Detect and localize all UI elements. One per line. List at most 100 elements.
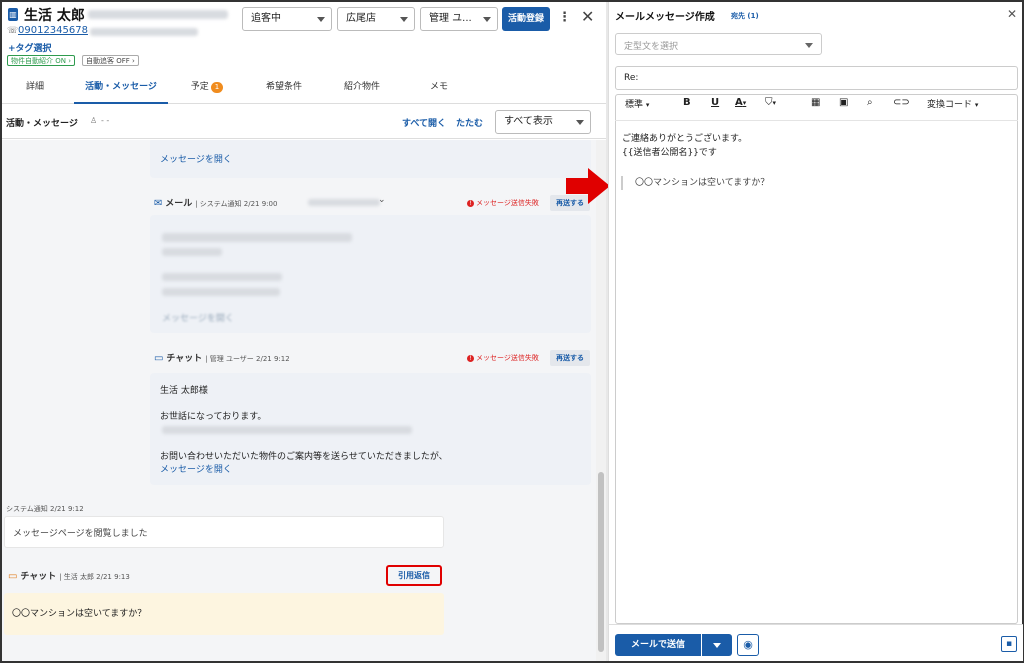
recipients-link[interactable]: 宛先 (1)	[731, 11, 759, 21]
chevron-down-icon[interactable]: ⌄	[378, 195, 386, 205]
chevron-down-icon	[483, 17, 491, 22]
body-line[interactable]: {{送信者公開名}}です	[622, 146, 717, 160]
tab-details[interactable]: 詳細	[10, 72, 60, 104]
tag-select-link[interactable]: +タグ選択	[8, 41, 52, 54]
tab-properties[interactable]: 紹介物件	[330, 72, 394, 104]
chat-icon: ▭	[154, 353, 164, 364]
chat-text: 〇〇マンションは空いてますか？	[12, 609, 147, 619]
bold-button[interactable]: B	[683, 97, 691, 108]
quote-bar	[621, 176, 623, 190]
error-icon: !	[467, 199, 474, 207]
manager-select[interactable]: 管理 ユ...	[420, 7, 498, 31]
blurred-email	[88, 10, 228, 19]
editor-box	[615, 94, 1018, 624]
customer-panel: ▥ 生活 太郎 ☏ 09012345678 +タグ選択 物件自動紹介 ON › …	[2, 2, 606, 661]
auto-follow-label: 自動追客 OFF	[86, 57, 130, 65]
font-color-button[interactable]: A▾	[735, 97, 746, 108]
tab-label: メモ	[429, 82, 448, 92]
template-select[interactable]: 定型文を選択	[615, 33, 822, 55]
phone-link[interactable]: 09012345678	[18, 25, 88, 36]
chat-type: チャット	[20, 572, 57, 582]
error-text: メッセージ送信失敗	[476, 199, 539, 207]
filter-value: すべて表示	[504, 116, 553, 127]
blurred-info	[90, 28, 198, 36]
mail-send-error: ! メッセージ送信失敗	[467, 198, 539, 208]
convert-code-select[interactable]: 変換コード ▾	[927, 97, 978, 110]
chat-card: 生活 太郎様 お世話になっております。 お問い合わせいただいた物件のご案内等を送…	[150, 373, 591, 485]
expand-all-link[interactable]: すべて開く	[402, 116, 446, 129]
chat-send-error: ! メッセージ送信失敗	[467, 353, 539, 363]
chevron-down-icon	[713, 643, 721, 648]
tab-label: 詳細	[25, 82, 44, 92]
tab-conditions[interactable]: 希望条件	[252, 72, 316, 104]
phone-icon: ☏	[7, 26, 19, 36]
system-text: メッセージページを閲覧しました	[13, 529, 148, 539]
customer-name: 生活 太郎	[24, 8, 85, 24]
store-value: 広尾店	[346, 13, 376, 24]
toolbar-divider	[615, 120, 1018, 121]
tab-label: 紹介物件	[343, 82, 380, 92]
send-mail-button[interactable]: メールで送信	[615, 634, 701, 656]
mail-open-link[interactable]: メッセージを開く	[162, 311, 242, 324]
link-icon[interactable]: ⊂⊃	[893, 97, 910, 108]
tab-label: 希望条件	[265, 82, 302, 92]
register-activity-button[interactable]: 活動登録	[502, 7, 550, 31]
mail-card: メッセージを開く	[150, 215, 591, 333]
underline-button[interactable]: U	[711, 97, 719, 108]
auto-intro-badge[interactable]: 物件自動紹介 ON ›	[7, 55, 76, 66]
send-options-button[interactable]	[702, 634, 732, 656]
mail-icon: ✉	[154, 198, 163, 209]
person-text: - -	[101, 116, 110, 125]
collapse-link[interactable]: たたむ	[456, 116, 483, 129]
close-icon[interactable]: ✕	[581, 7, 594, 26]
system-card: メッセージページを閲覧しました	[4, 516, 444, 548]
section-title: 活動・メッセージ	[6, 119, 78, 129]
chat-meta: 管理 ユーザー 2/21 9:12	[209, 355, 290, 363]
filter-select[interactable]: すべて表示	[495, 110, 591, 134]
scrollbar-thumb[interactable]	[598, 472, 604, 652]
chat-header: ▭ チャット | 管理 ユーザー 2/21 9:12	[154, 353, 290, 364]
chat-line: お世話になっております。	[160, 412, 267, 422]
status-select[interactable]: 追客中	[242, 7, 332, 31]
open-message-link[interactable]: メッセージを開く	[160, 462, 232, 475]
highlight-color-icon[interactable]: ⛉▾	[765, 97, 776, 108]
person-icon: ♙	[90, 116, 98, 125]
tab-schedule[interactable]: 予定 1	[180, 72, 234, 104]
resend-button[interactable]: 再送する	[550, 350, 590, 366]
message-card: メッセージを開く	[150, 140, 591, 178]
quote-reply-button[interactable]: 引用返信	[390, 569, 438, 583]
error-text: メッセージ送信失敗	[476, 354, 539, 362]
tab-label: 予定	[190, 82, 209, 92]
compose-title: メールメッセージ作成	[615, 12, 715, 23]
body-line[interactable]: ご連絡ありがとうございます。	[622, 132, 747, 146]
blurred-line	[162, 288, 280, 296]
store-select[interactable]: 広尾店	[337, 7, 415, 31]
tab-activity[interactable]: 活動・メッセージ	[74, 72, 168, 104]
customer-icon: ▥	[8, 8, 18, 21]
manager-value: 管理 ユ...	[429, 13, 472, 24]
close-icon[interactable]: ✕	[1007, 7, 1017, 21]
auto-follow-badge[interactable]: 自動追客 OFF ›	[82, 55, 139, 66]
save-draft-icon[interactable]: ▪	[1001, 636, 1017, 652]
mail-type: メール	[165, 199, 193, 209]
chevron-down-icon	[400, 17, 408, 22]
more-icon[interactable]: ⋮	[558, 10, 571, 25]
chat-card-customer: 〇〇マンションは空いてますか？	[4, 593, 444, 635]
image-library-icon[interactable]: ▦	[811, 97, 820, 108]
compose-panel: メールメッセージ作成 宛先 (1) ✕ 定型文を選択 Re: 標準 ▾ B U …	[608, 2, 1023, 661]
tab-memo[interactable]: メモ	[412, 72, 466, 104]
error-icon: !	[467, 354, 474, 362]
image-icon[interactable]: ▣	[839, 97, 848, 108]
auto-intro-label: 物件自動紹介 ON	[11, 57, 66, 65]
tab-label: 活動・メッセージ	[85, 82, 157, 92]
caret-icon: ▾	[645, 101, 650, 109]
chevron-down-icon	[576, 120, 584, 125]
subject-field[interactable]: Re:	[615, 66, 1018, 90]
attachment-icon[interactable]: ⌕	[867, 97, 873, 108]
open-message-link[interactable]: メッセージを開く	[160, 152, 232, 165]
quoted-text[interactable]: 〇〇マンションは空いてますか？	[635, 176, 769, 190]
style-select[interactable]: 標準 ▾	[625, 97, 649, 110]
tab-bar: 詳細 活動・メッセージ 予定 1 希望条件 紹介物件 メモ	[2, 72, 606, 104]
preview-eye-icon[interactable]: ◉	[737, 634, 759, 656]
blurred-line	[162, 426, 412, 434]
